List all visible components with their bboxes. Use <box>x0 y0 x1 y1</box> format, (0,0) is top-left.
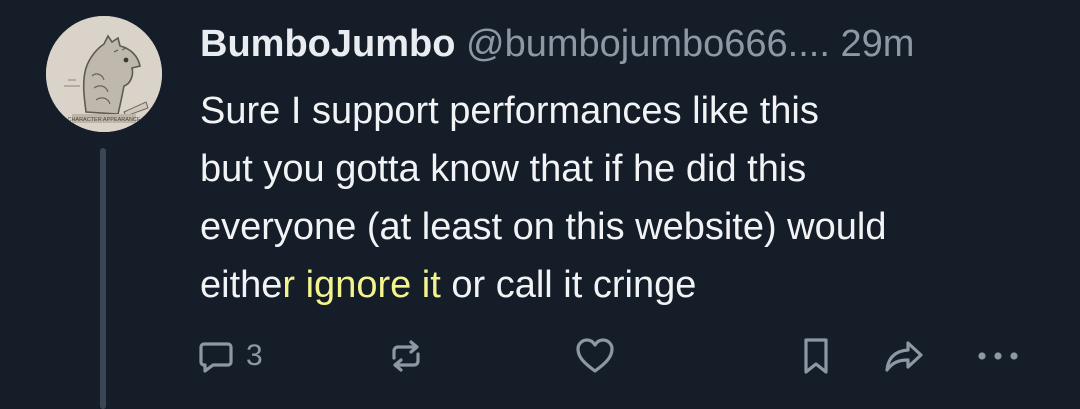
author-handle[interactable]: @bumbojumbo666.... <box>466 23 830 65</box>
post-text-line: but you gotta know that if he did this <box>200 140 1060 198</box>
bookmark-button[interactable] <box>796 330 836 382</box>
highlighted-text: r ignore it <box>282 264 452 306</box>
text-segment: or call it cringe <box>451 264 697 306</box>
text-segment: Sure I support performances like this <box>200 90 819 132</box>
avatar[interactable]: CHARACTER APPEARANCE <box>46 16 162 132</box>
heart-icon <box>576 338 614 373</box>
post-time[interactable]: 29m <box>840 23 914 65</box>
reply-count: 3 <box>246 339 263 372</box>
post-text: Sure I support performances like this bu… <box>200 82 1060 314</box>
ellipsis-icon <box>978 352 1018 360</box>
share-arrow-icon <box>885 341 923 372</box>
more-options-button[interactable] <box>972 330 1024 382</box>
text-segment: eithe <box>200 264 283 306</box>
speech-bubble-icon <box>199 342 233 373</box>
post: CHARACTER APPEARANCE BumboJumbo @bumboju… <box>0 0 1080 409</box>
post-text-line: Sure I support performances like this <box>200 82 1060 140</box>
text-segment: everyone (at least on this website) woul… <box>200 206 887 248</box>
repost-button[interactable] <box>386 330 426 382</box>
avatar-caption: CHARACTER APPEARANCE <box>67 117 140 123</box>
share-button[interactable] <box>882 330 926 382</box>
action-bar: 3 <box>196 330 1036 382</box>
like-button[interactable] <box>574 330 616 382</box>
thread-line <box>100 148 106 409</box>
reply-button[interactable]: 3 <box>196 330 263 382</box>
post-header: BumboJumbo @bumbojumbo666.... 29m <box>200 22 914 66</box>
author-display-name[interactable]: BumboJumbo <box>200 23 455 65</box>
repost-arrows-icon <box>392 340 420 372</box>
avatar-drawing: CHARACTER APPEARANCE <box>46 16 162 132</box>
bookmark-icon <box>804 338 828 374</box>
post-text-line: either ignore it or call it cringe <box>200 256 1060 314</box>
post-text-line: everyone (at least on this website) woul… <box>200 198 1060 256</box>
text-segment: but you gotta know that if he did this <box>200 148 807 190</box>
